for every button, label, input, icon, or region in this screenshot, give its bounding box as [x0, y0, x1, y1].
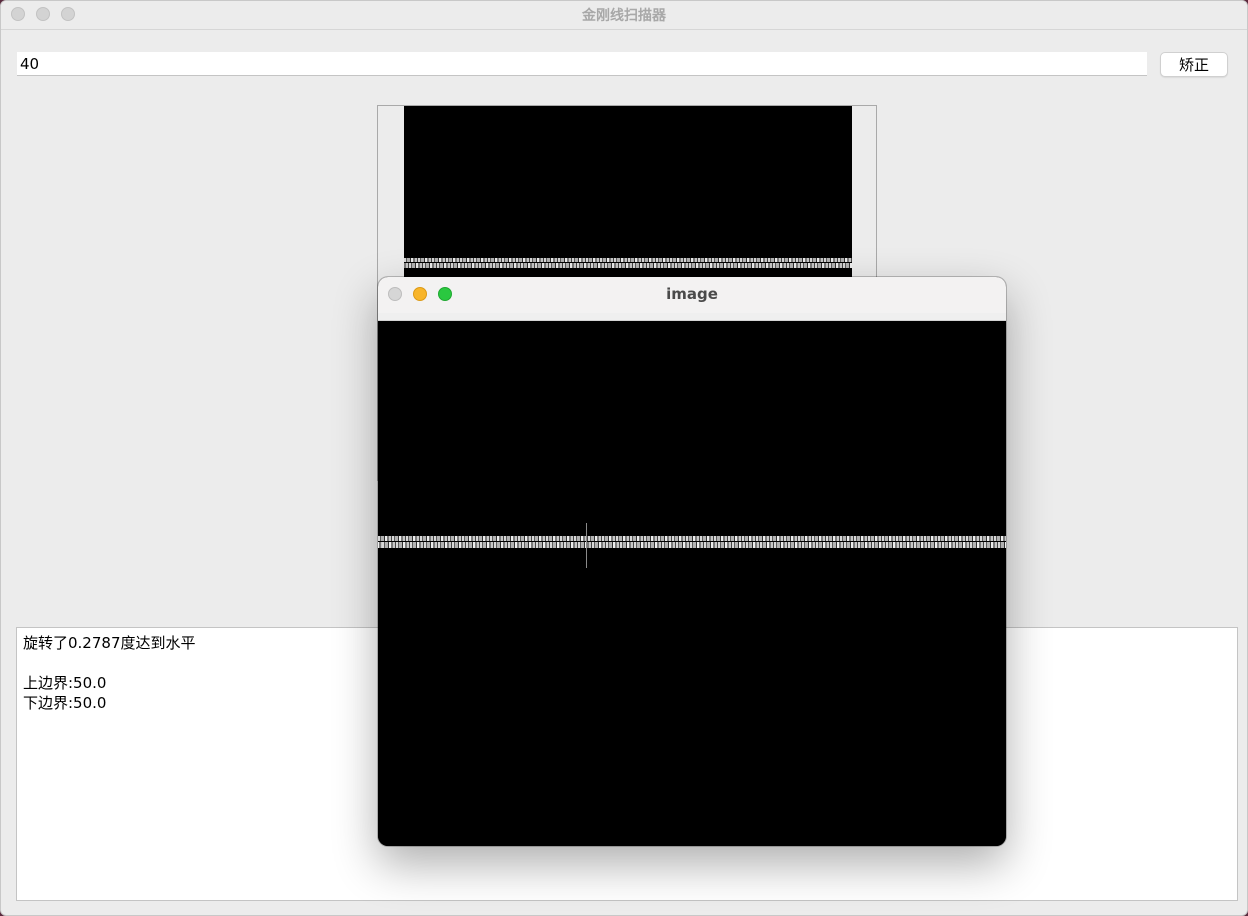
crosshair-cursor — [586, 523, 587, 568]
image-window: image — [378, 277, 1006, 846]
image-window-title: image — [666, 285, 718, 303]
image-canvas[interactable] — [378, 321, 1006, 846]
angle-input[interactable] — [17, 52, 1147, 76]
wire-strip — [378, 534, 1006, 550]
image-titlebar[interactable]: image — [378, 277, 1006, 321]
correct-button[interactable]: 矫正 — [1160, 52, 1228, 77]
main-titlebar: 金刚线扫描器 — [1, 1, 1247, 30]
window-title: 金刚线扫描器 — [582, 8, 666, 24]
wire-strip — [404, 256, 852, 270]
